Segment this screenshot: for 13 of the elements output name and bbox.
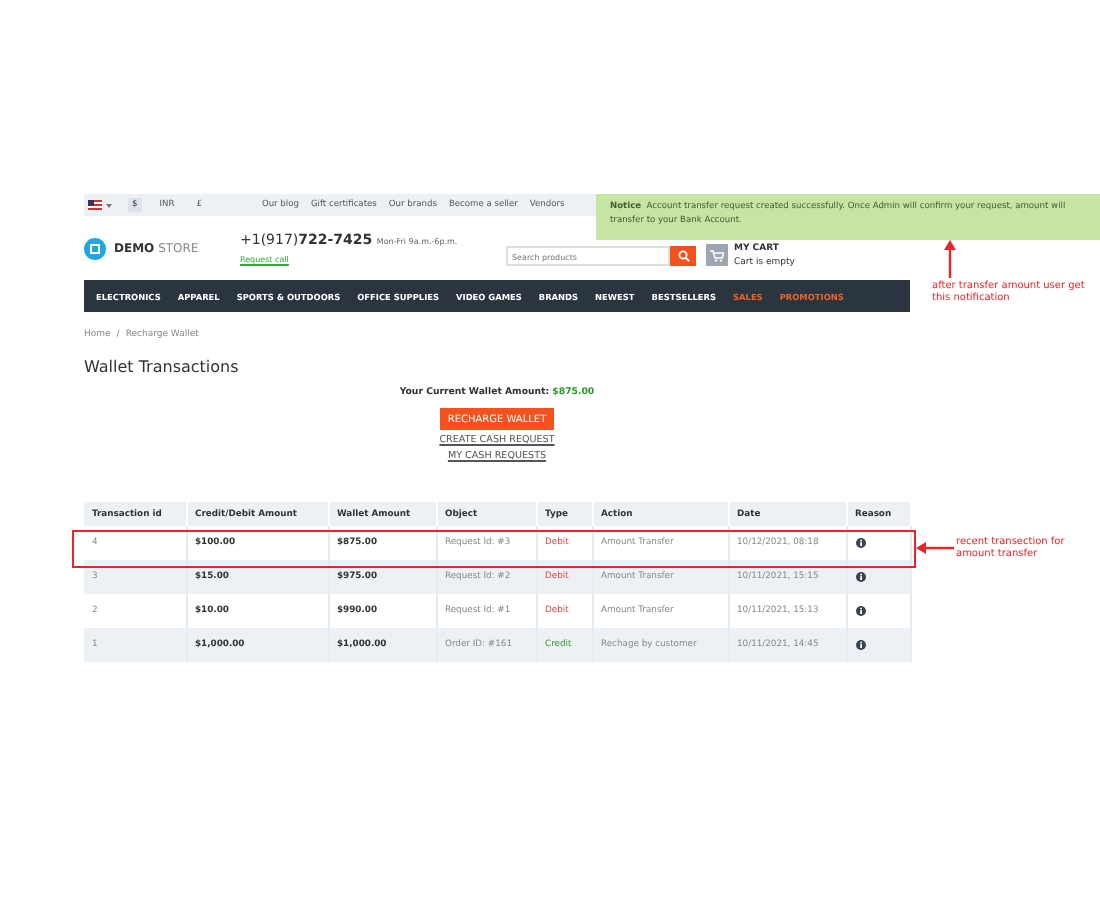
info-icon[interactable] [855, 572, 865, 582]
flag-icon[interactable] [88, 200, 102, 210]
info-icon[interactable] [855, 538, 865, 548]
search-icon [677, 250, 689, 262]
logo-icon [84, 237, 106, 259]
info-icon[interactable] [855, 606, 865, 616]
annotation-arrow [916, 542, 954, 554]
search-button[interactable] [670, 246, 696, 266]
cart-icon [710, 249, 724, 261]
annotation-arrow [944, 240, 956, 278]
caret-icon[interactable] [106, 203, 112, 207]
info-icon[interactable] [855, 640, 865, 650]
page-title: Wallet Transactions [84, 358, 241, 378]
